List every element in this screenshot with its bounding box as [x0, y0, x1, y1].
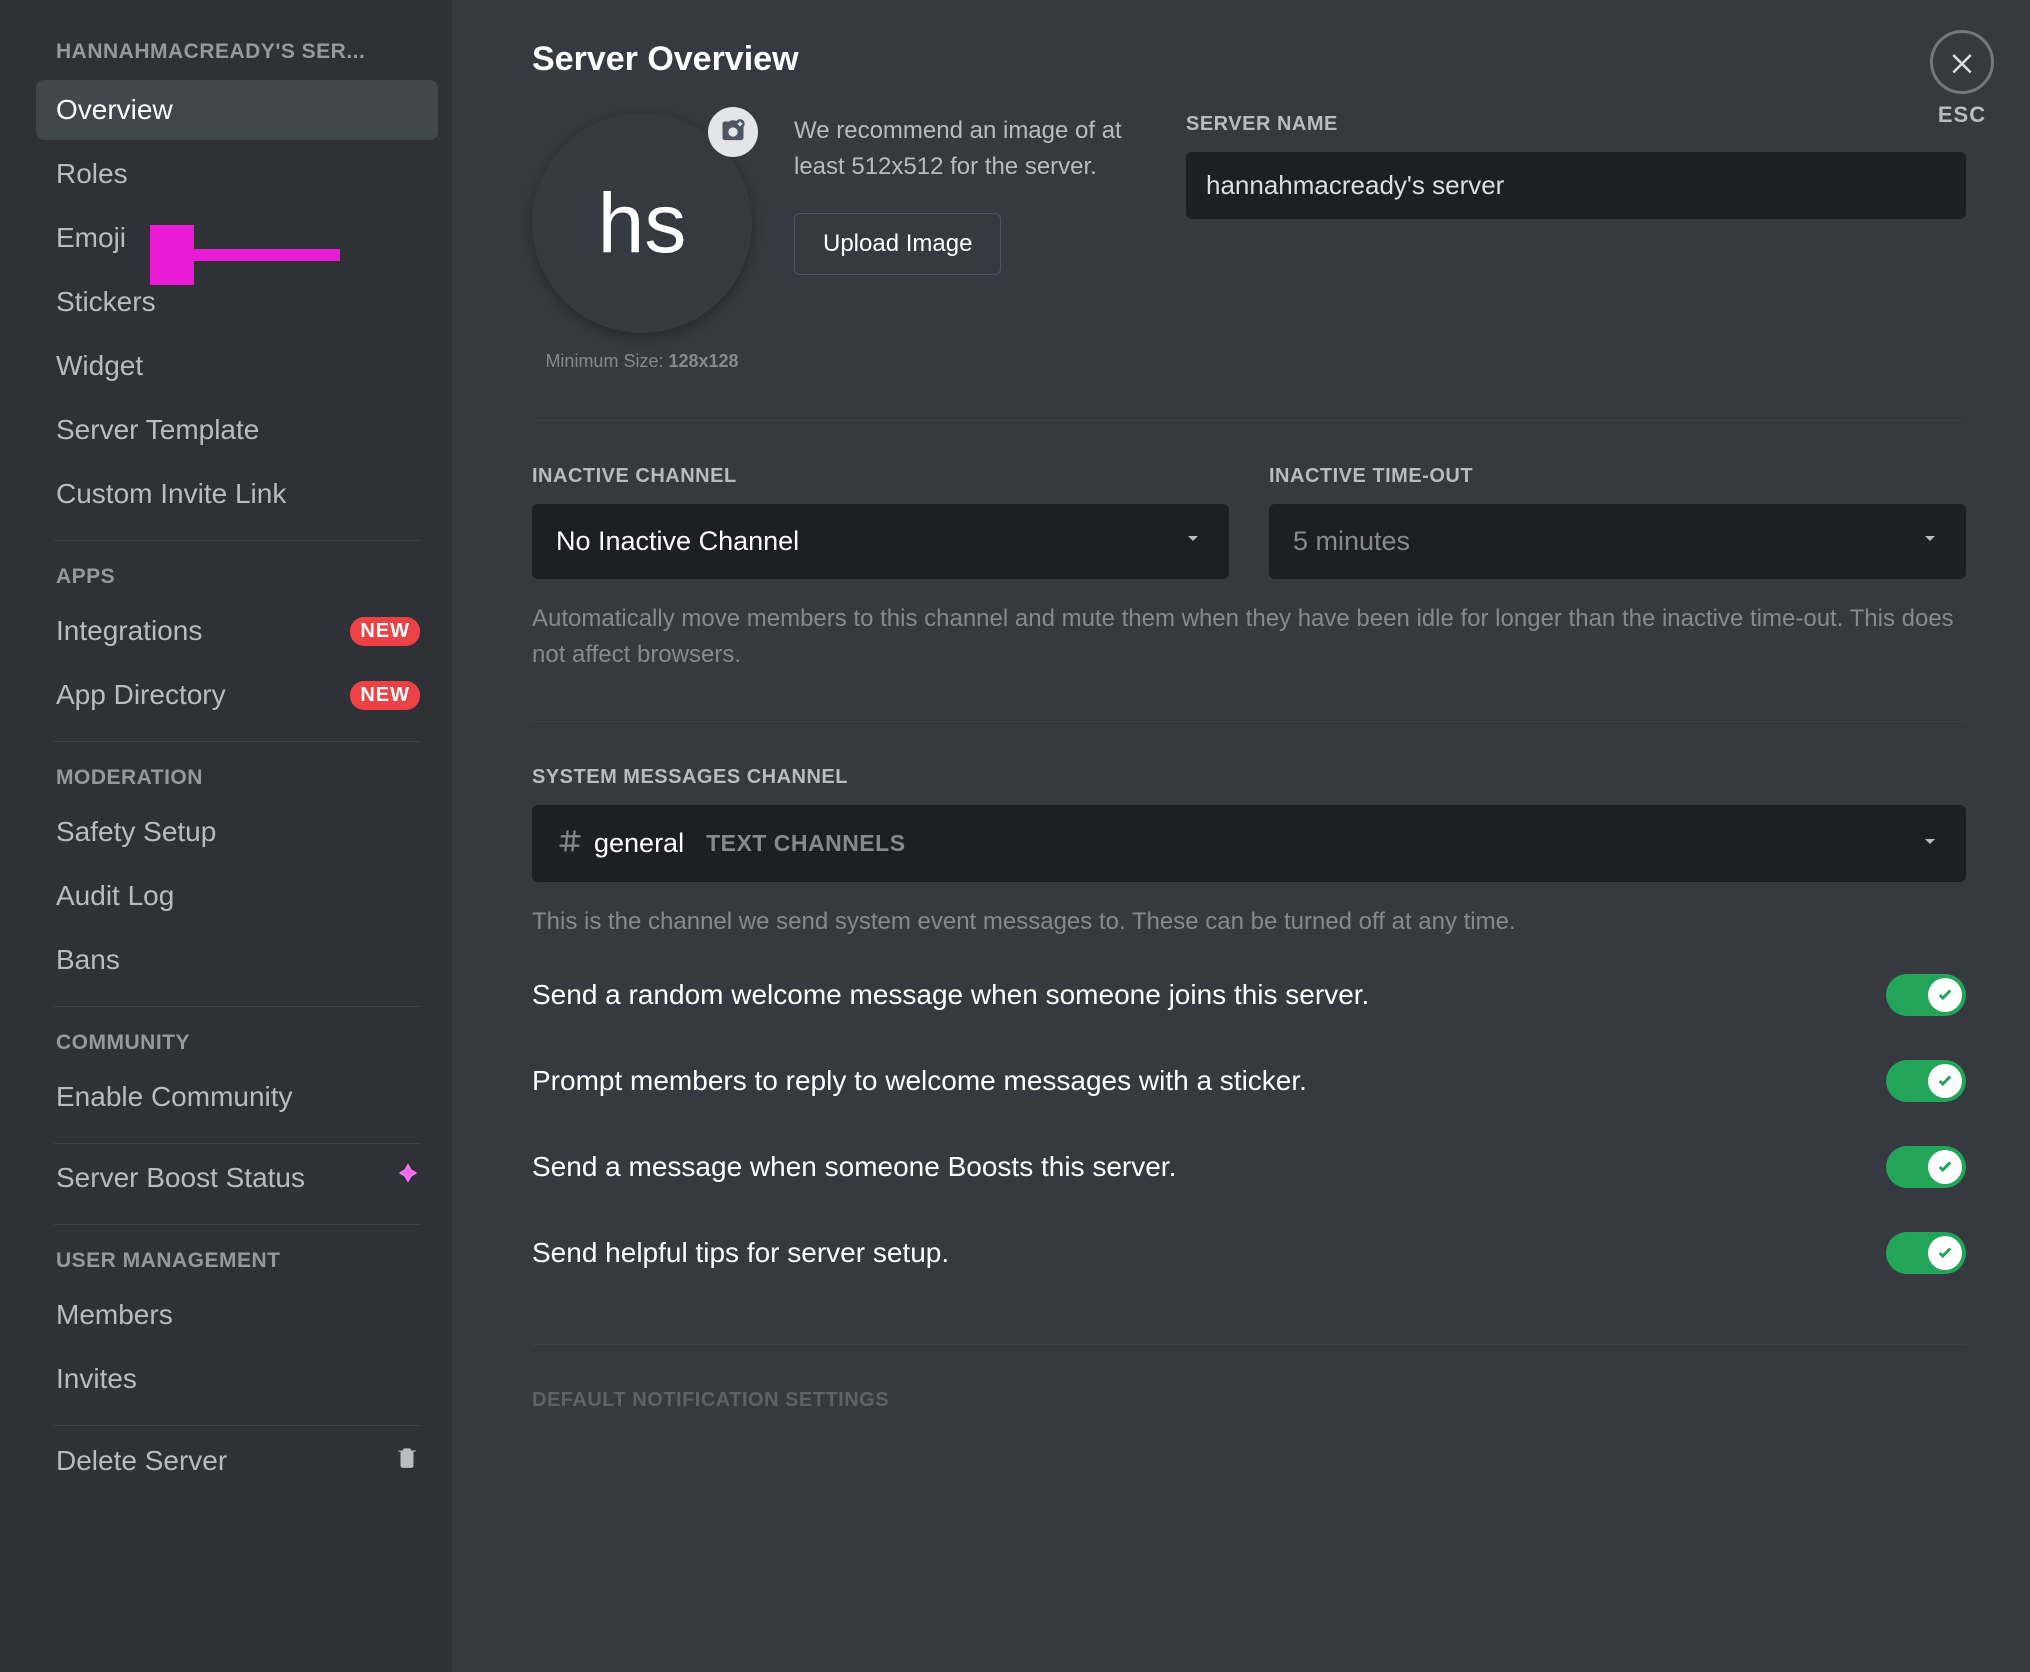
system-channel-name: general	[594, 828, 684, 859]
close-icon	[1947, 47, 1977, 77]
sidebar-divider	[54, 1006, 420, 1007]
sidebar-item-safety-setup[interactable]: Safety Setup	[36, 802, 438, 862]
check-icon	[1936, 1244, 1954, 1262]
inactive-help-text: Automatically move members to this chann…	[532, 601, 1966, 673]
sidebar-item-members[interactable]: Members	[36, 1285, 438, 1345]
sidebar-item-widget[interactable]: Widget	[36, 336, 438, 396]
upload-image-button[interactable]: Upload Image	[794, 213, 1001, 275]
chevron-down-icon	[1181, 526, 1205, 557]
sidebar-item-server-template[interactable]: Server Template	[36, 400, 438, 460]
sidebar-item-audit-log[interactable]: Audit Log	[36, 866, 438, 926]
system-messages-label: SYSTEM MESSAGES CHANNEL	[532, 766, 1966, 789]
toggle-welcome-message[interactable]	[1886, 974, 1966, 1016]
sidebar-item-bans[interactable]: Bans	[36, 930, 438, 990]
sidebar-item-server-boost[interactable]: Server Boost Status	[36, 1148, 438, 1208]
chevron-down-icon	[1918, 526, 1942, 557]
close-button[interactable]	[1930, 30, 1994, 94]
toggle-row-tips: Send helpful tips for server setup.	[532, 1210, 1966, 1296]
sidebar-item-roles[interactable]: Roles	[36, 144, 438, 204]
toggle-row-sticker: Prompt members to reply to welcome messa…	[532, 1038, 1966, 1124]
overview-top-row: hs Minimum Size: 128x128 We recommend an…	[532, 113, 1966, 372]
page-title: Server Overview	[532, 40, 1966, 79]
system-channel-category: TEXT CHANNELS	[706, 830, 1918, 857]
settings-sidebar: HANNAHMACREADY'S SER... Overview Roles E…	[0, 0, 452, 1672]
sidebar-category-moderation: MODERATION	[36, 746, 438, 802]
server-name-label: SERVER NAME	[1186, 113, 1966, 136]
sidebar-divider	[54, 1224, 420, 1225]
server-name-section: SERVER NAME	[1186, 113, 1966, 372]
hash-icon	[556, 827, 584, 860]
sidebar-divider	[54, 540, 420, 541]
sidebar-category-user-mgmt: USER MANAGEMENT	[36, 1229, 438, 1285]
system-messages-channel-select[interactable]: general TEXT CHANNELS	[532, 805, 1966, 882]
inactive-row: INACTIVE CHANNEL No Inactive Channel INA…	[532, 465, 1966, 579]
close-label: ESC	[1930, 102, 1994, 128]
server-avatar-section: hs Minimum Size: 128x128	[532, 113, 752, 372]
toggle-row-welcome: Send a random welcome message when someo…	[532, 952, 1966, 1038]
inactive-channel-label: INACTIVE CHANNEL	[532, 465, 1229, 488]
content-area: ESC Server Overview hs Minimum Size: 128…	[452, 0, 2030, 1672]
sidebar-category-community: COMMUNITY	[36, 1011, 438, 1067]
sidebar-item-overview[interactable]: Overview	[36, 80, 438, 140]
toggle-sticker-reply[interactable]	[1886, 1060, 1966, 1102]
inactive-timeout-select[interactable]: 5 minutes	[1269, 504, 1966, 579]
toggle-row-boost: Send a message when someone Boosts this …	[532, 1124, 1966, 1210]
close-button-container: ESC	[1930, 30, 1994, 128]
toggle-boost-message[interactable]	[1886, 1146, 1966, 1188]
recommend-text: We recommend an image of at least 512x51…	[794, 113, 1144, 185]
toggle-setup-tips[interactable]	[1886, 1232, 1966, 1274]
chevron-down-icon	[1918, 829, 1942, 858]
server-avatar[interactable]: hs	[532, 113, 752, 333]
check-icon	[1936, 1158, 1954, 1176]
section-divider	[532, 721, 1966, 722]
section-divider	[532, 420, 1966, 421]
sidebar-item-stickers[interactable]: Stickers	[36, 272, 438, 332]
trash-icon	[394, 1444, 420, 1477]
sidebar-divider	[54, 1425, 420, 1426]
sidebar-item-delete-server[interactable]: Delete Server	[36, 1430, 438, 1491]
sidebar-item-emoji[interactable]: Emoji	[36, 208, 438, 268]
sidebar-divider	[54, 741, 420, 742]
sidebar-item-integrations[interactable]: Integrations NEW	[36, 601, 438, 661]
upload-image-icon[interactable]	[708, 107, 758, 157]
recommend-section: We recommend an image of at least 512x51…	[794, 113, 1144, 372]
sidebar-item-enable-community[interactable]: Enable Community	[36, 1067, 438, 1127]
check-icon	[1936, 986, 1954, 1004]
sidebar-category-apps: APPS	[36, 545, 438, 601]
section-divider	[532, 1344, 1966, 1345]
sidebar-divider	[54, 1143, 420, 1144]
system-messages-help: This is the channel we send system event…	[532, 904, 1966, 940]
sidebar-item-app-directory[interactable]: App Directory NEW	[36, 665, 438, 725]
boost-icon	[396, 1162, 420, 1194]
sidebar-server-name: HANNAHMACREADY'S SER...	[36, 30, 438, 80]
new-badge: NEW	[350, 681, 420, 710]
new-badge: NEW	[350, 617, 420, 646]
server-name-input[interactable]	[1186, 152, 1966, 219]
min-size-text: Minimum Size: 128x128	[532, 351, 752, 372]
inactive-channel-select[interactable]: No Inactive Channel	[532, 504, 1229, 579]
default-notifications-header: DEFAULT NOTIFICATION SETTINGS	[532, 1389, 1966, 1412]
sidebar-item-custom-invite[interactable]: Custom Invite Link	[36, 464, 438, 524]
sidebar-item-invites[interactable]: Invites	[36, 1349, 438, 1409]
check-icon	[1936, 1072, 1954, 1090]
inactive-timeout-label: INACTIVE TIME-OUT	[1269, 465, 1966, 488]
